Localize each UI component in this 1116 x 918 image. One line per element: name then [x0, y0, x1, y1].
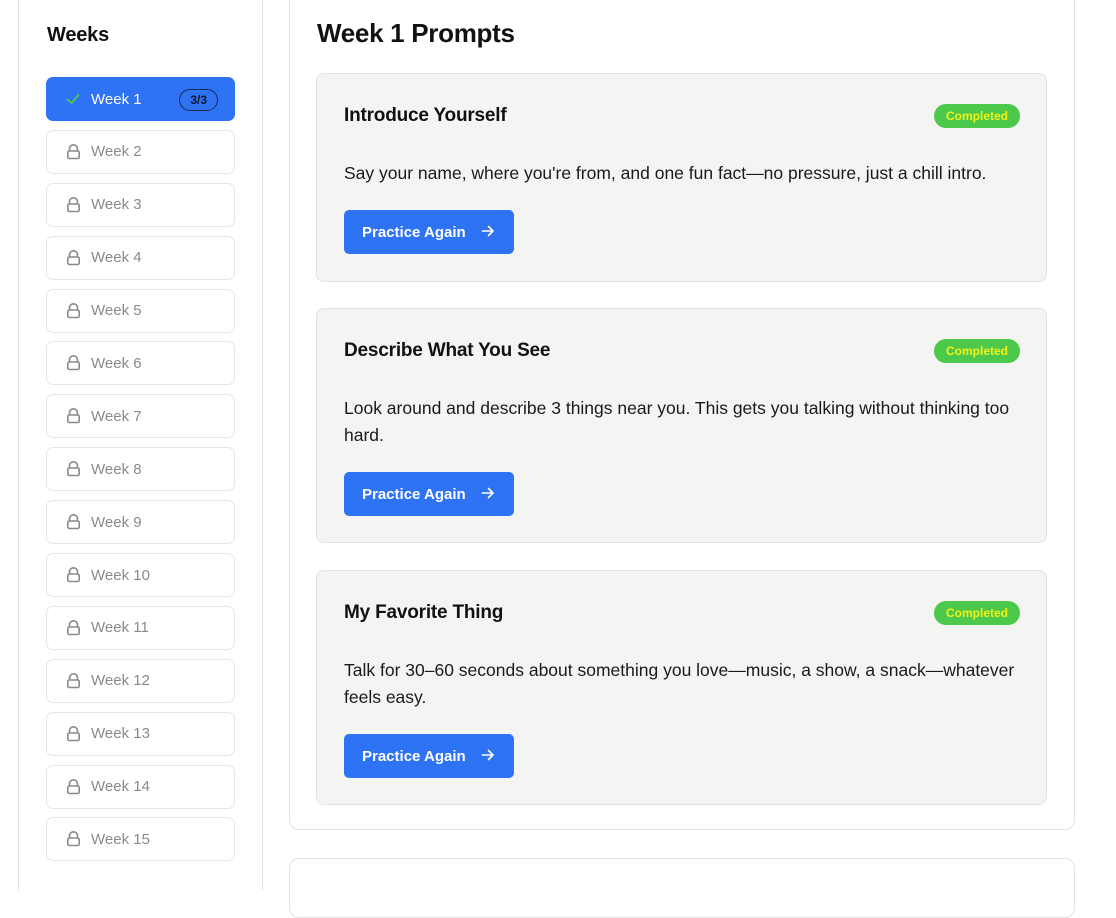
prompt-description: Talk for 30–60 seconds about something y… — [344, 660, 1015, 707]
week-item-4[interactable]: Week 4 — [46, 235, 235, 280]
week-item-12[interactable]: Week 12 — [46, 658, 235, 703]
prompt-card: Introduce Yourself Completed Say your na… — [316, 73, 1047, 282]
week-label: Week 11 — [91, 619, 149, 637]
week-label: Week 3 — [91, 196, 142, 214]
week-prompts-panel: Week 1 Prompts Introduce Yourself Comple… — [289, 0, 1075, 830]
lock-icon — [65, 778, 81, 795]
week-list: Week 1 3/3 Week 2 Week 3 Week 4 Week 5 W… — [46, 77, 235, 870]
practice-again-button[interactable]: Practice Again — [344, 734, 514, 778]
week-item-6[interactable]: Week 6 — [46, 341, 235, 386]
week-item-7[interactable]: Week 7 — [46, 394, 235, 439]
prompt-description: Look around and describe 3 things near y… — [344, 398, 1010, 445]
week-label: Week 15 — [91, 830, 150, 848]
practice-again-label: Practice Again — [362, 223, 466, 241]
prompt-card: My Favorite Thing Completed Talk for 30–… — [316, 570, 1047, 805]
week-progress-badge: 3/3 — [179, 89, 218, 111]
week-label: Week 7 — [91, 407, 142, 425]
week-label: Week 5 — [91, 302, 142, 320]
week-label: Week 13 — [91, 725, 150, 743]
lock-icon — [65, 355, 81, 371]
prompt-title: My Favorite Thing — [344, 602, 504, 623]
prompt-card: Describe What You See Completed Look aro… — [316, 308, 1047, 543]
week-item-8[interactable]: Week 8 — [46, 447, 235, 492]
check-icon — [65, 91, 81, 107]
lock-icon — [65, 567, 81, 583]
lock-icon — [65, 249, 81, 266]
lock-icon — [65, 725, 81, 742]
lock-icon — [65, 461, 81, 477]
week-item-14[interactable]: Week 14 — [46, 764, 235, 809]
week-item-11[interactable]: Week 11 — [46, 605, 235, 650]
lock-icon — [65, 831, 81, 847]
sidebar-title: Weeks — [47, 24, 110, 46]
prompt-description: Say your name, where you're from, and on… — [344, 163, 987, 183]
prompt-title: Describe What You See — [344, 340, 551, 361]
practice-again-button[interactable]: Practice Again — [344, 472, 514, 516]
week-label: Week 2 — [91, 143, 142, 161]
lock-icon — [65, 514, 81, 530]
week-label: Week 9 — [91, 513, 142, 531]
lock-icon — [65, 302, 81, 319]
status-badge: Completed — [933, 339, 1020, 363]
arrow-right-icon — [481, 225, 494, 237]
week-item-9[interactable]: Week 9 — [46, 500, 235, 545]
prompt-title: Introduce Yourself — [344, 105, 507, 126]
week-item-5[interactable]: Week 5 — [46, 288, 235, 333]
lock-icon — [65, 408, 81, 424]
week-label: Week 1 — [91, 90, 142, 108]
week-item-15[interactable]: Week 15 — [46, 817, 235, 862]
week-label: Week 12 — [91, 672, 150, 690]
page-title: Week 1 Prompts — [317, 18, 515, 48]
week-item-2[interactable]: Week 2 — [46, 129, 235, 174]
next-panel — [289, 858, 1075, 918]
week-label: Week 8 — [91, 460, 142, 478]
week-label: Week 10 — [91, 566, 150, 584]
week-label: Week 6 — [91, 354, 142, 372]
practice-again-label: Practice Again — [362, 485, 466, 503]
arrow-right-icon — [481, 487, 494, 499]
lock-icon — [65, 619, 81, 636]
arrow-right-icon — [481, 749, 494, 761]
week-label: Week 4 — [91, 249, 142, 267]
lock-icon — [65, 143, 81, 160]
status-badge: Completed — [933, 104, 1020, 128]
week-item-13[interactable]: Week 13 — [46, 711, 235, 756]
lock-icon — [65, 196, 81, 213]
status-badge: Completed — [933, 601, 1020, 625]
week-label: Week 14 — [91, 778, 150, 796]
practice-again-label: Practice Again — [362, 747, 466, 765]
week-item-10[interactable]: Week 10 — [46, 553, 235, 598]
lock-icon — [65, 672, 81, 689]
week-item-3[interactable]: Week 3 — [46, 182, 235, 227]
weeks-sidebar: Weeks Week 1 3/3 Week 2 Week 3 Week 4 We… — [18, 0, 263, 890]
week-item-1[interactable]: Week 1 3/3 — [46, 77, 235, 121]
practice-again-button[interactable]: Practice Again — [344, 210, 514, 254]
